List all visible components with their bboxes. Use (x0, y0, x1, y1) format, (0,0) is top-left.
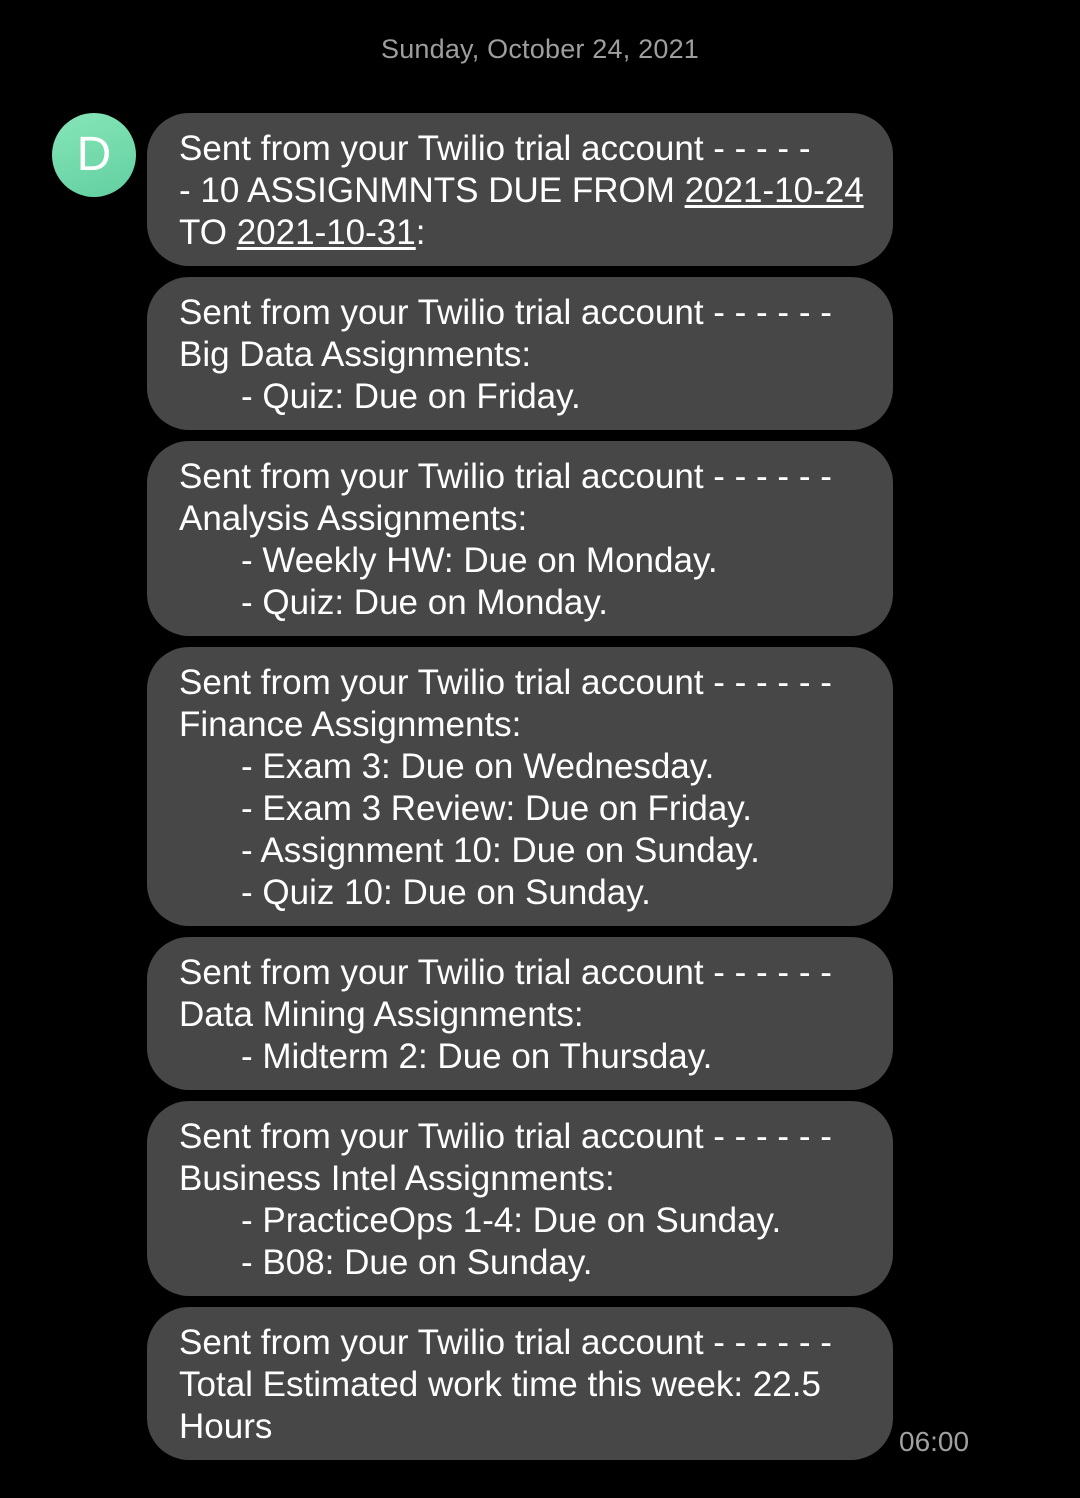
message-prefix: Sent from your Twilio trial account - - … (179, 1117, 832, 1156)
message-heading: Analysis Assignments: (179, 499, 528, 538)
assignment-item: - Assignment 10: Due on Sunday. (241, 831, 760, 870)
assignment-item: - B08: Due on Sunday. (241, 1243, 593, 1282)
sender-avatar[interactable]: D (52, 113, 136, 197)
avatar-letter: D (76, 128, 112, 181)
message-heading: Business Intel Assignments: (179, 1159, 615, 1198)
message-bubble[interactable]: Sent from your Twilio trial account - - … (147, 937, 893, 1090)
assignment-item: - Quiz 10: Due on Sunday. (241, 873, 651, 912)
assignment-item: - Exam 3: Due on Wednesday. (241, 747, 715, 786)
message-bubble[interactable]: Sent from your Twilio trial account - - … (147, 113, 893, 266)
assignment-item: - Weekly HW: Due on Monday. (241, 541, 718, 580)
message-heading: Big Data Assignments: (179, 335, 532, 374)
message-bubble[interactable]: Sent from your Twilio trial account - - … (147, 1307, 893, 1460)
message-bubble[interactable]: Sent from your Twilio trial account - - … (147, 441, 893, 636)
message-prefix: Sent from your Twilio trial account - - … (179, 457, 832, 496)
message-prefix: Sent from your Twilio trial account - - … (179, 293, 832, 332)
date-link-from[interactable]: 2021-10-24 (685, 171, 864, 210)
message-prefix: Sent from your Twilio trial account - - … (179, 953, 832, 992)
message-heading: Data Mining Assignments: (179, 995, 584, 1034)
message-body-line: Hours (179, 1407, 273, 1446)
date-header: Sunday, October 24, 2021 (380, 34, 700, 64)
assignment-item: - Midterm 2: Due on Thursday. (241, 1037, 713, 1076)
message-prefix: Sent from your Twilio trial account - - … (179, 1323, 832, 1362)
message-timestamp: 06:00 (899, 1426, 970, 1457)
message-bubble[interactable]: Sent from your Twilio trial account - - … (147, 277, 893, 430)
assignment-item: - Quiz: Due on Friday. (241, 377, 581, 416)
assignment-item: - Exam 3 Review: Due on Friday. (241, 789, 752, 828)
message-heading: Finance Assignments: (179, 705, 522, 744)
message-prefix: Sent from your Twilio trial account - - … (179, 129, 811, 168)
message-line: TO 2021-10-31: (179, 212, 863, 254)
message-text: : (415, 213, 426, 252)
message-text: - 10 ASSIGNMNTS DUE FROM (179, 171, 685, 210)
message-line: - 10 ASSIGNMNTS DUE FROM 2021-10-24 (179, 170, 864, 212)
message-text: TO (179, 213, 237, 252)
date-link-to[interactable]: 2021-10-31 (237, 213, 416, 252)
message-prefix: Sent from your Twilio trial account - - … (179, 663, 832, 702)
message-bubble[interactable]: Sent from your Twilio trial account - - … (147, 647, 893, 926)
message-body-line: Total Estimated work time this week: 22.… (179, 1365, 821, 1404)
assignment-item: - Quiz: Due on Monday. (241, 583, 609, 622)
assignment-item: - PracticeOps 1-4: Due on Sunday. (241, 1201, 782, 1240)
message-bubble[interactable]: Sent from your Twilio trial account - - … (147, 1101, 893, 1296)
